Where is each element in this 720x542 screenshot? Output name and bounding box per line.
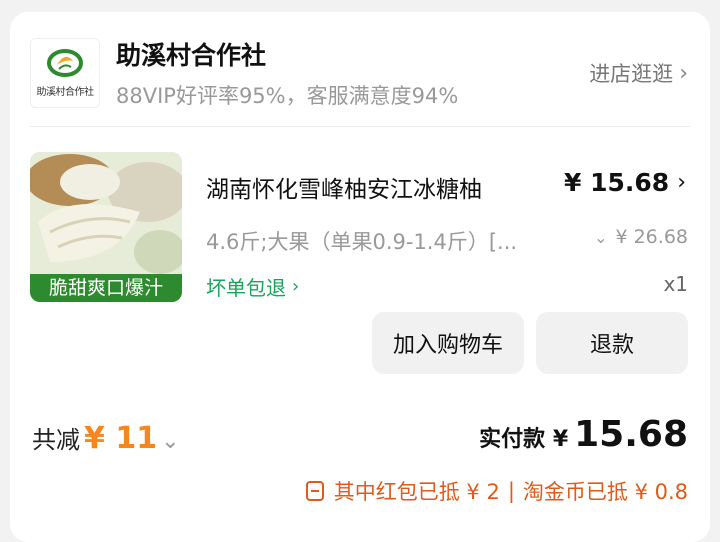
- pomelo-image: [30, 152, 182, 274]
- red-packet-deduction: 其中红包已抵 ¥ 2: [333, 480, 500, 504]
- guarantee-link[interactable]: 坏单包退 ›: [206, 272, 299, 301]
- subsidy-breakdown[interactable]: 其中红包已抵 ¥ 2 | 淘金币已抵 ¥ 0.8: [305, 476, 688, 506]
- paid-amount: 15.68: [574, 414, 688, 455]
- order-card: 助溪村合作社 助溪村合作社 88VIP好评率95%，客服满意度94% 进店逛逛 …: [10, 12, 710, 542]
- chevron-down-icon: ⌄: [161, 429, 180, 454]
- guarantee-label: 坏单包退: [206, 276, 286, 300]
- paid-label: 实付款 ¥: [479, 427, 569, 452]
- store-name[interactable]: 助溪村合作社: [116, 36, 266, 72]
- product-thumbnail[interactable]: 脆甜爽口爆汁: [30, 152, 182, 302]
- chevron-right-icon: ›: [677, 170, 686, 195]
- product-quantity: x1: [663, 272, 688, 296]
- product-title[interactable]: 湖南怀化雪峰柚安江冰糖柚: [206, 170, 482, 204]
- product-sku[interactable]: 4.6斤;大果（单果0.9-1.4斤）[...: [206, 226, 576, 256]
- coin-deduction: 淘金币已抵 ¥ 0.8: [522, 480, 688, 504]
- original-price-value: ¥ 26.68: [615, 226, 688, 248]
- discount-summary[interactable]: 共减 ¥ 11 ⌄: [32, 420, 180, 456]
- chevron-right-icon: ›: [292, 276, 300, 297]
- store-logo-mark: [47, 49, 83, 77]
- store-logo-text: 助溪村合作社: [36, 87, 95, 98]
- add-to-cart-button[interactable]: 加入购物车: [372, 312, 524, 374]
- store-logo[interactable]: 助溪村合作社: [30, 38, 100, 108]
- visit-store-link[interactable]: 进店逛逛 ›: [589, 58, 688, 88]
- product-price-value: ¥ 15.68: [564, 168, 670, 197]
- store-stats: 88VIP好评率95%，客服满意度94%: [116, 84, 459, 108]
- original-price[interactable]: ⌄ ¥ 26.68: [594, 226, 688, 248]
- paid-total: 实付款 ¥ 15.68: [479, 414, 688, 455]
- product-price[interactable]: ¥ 15.68 ›: [564, 168, 686, 197]
- discount-amount: ¥ 11: [84, 421, 158, 456]
- chevron-down-icon: ⌄: [594, 227, 608, 247]
- visit-store-label: 进店逛逛: [589, 62, 674, 86]
- discount-label: 共减: [32, 426, 80, 454]
- separator: |: [507, 479, 515, 503]
- divider: [30, 126, 690, 127]
- chevron-right-icon: ›: [679, 60, 688, 86]
- coupon-icon: [305, 481, 324, 501]
- thumbnail-caption: 脆甜爽口爆汁: [30, 274, 182, 302]
- refund-button[interactable]: 退款: [536, 312, 688, 374]
